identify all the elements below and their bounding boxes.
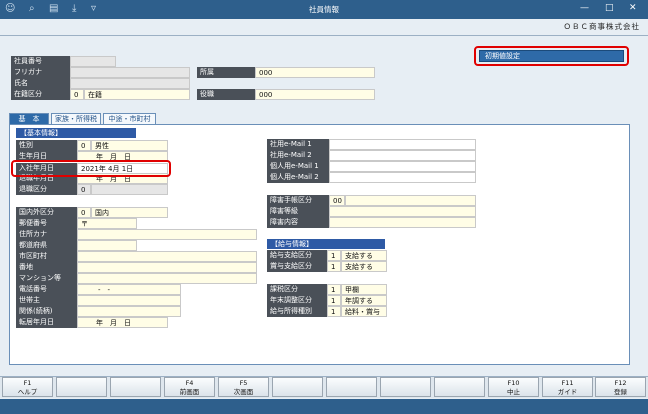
disability-type-code[interactable]: 00 xyxy=(329,195,345,206)
company-name: ＯＢＣ商事株式会社 xyxy=(563,22,640,31)
status-value: 在籍 xyxy=(84,89,190,100)
retire-type-value xyxy=(91,184,168,195)
disability-grade-field[interactable] xyxy=(329,206,476,217)
income-type-label: 給与所得種別 xyxy=(267,306,327,317)
company-mail1-label: 社用e-Mail 1 xyxy=(267,139,329,150)
personal-mail2-label: 個人用e-Mail 2 xyxy=(267,172,329,183)
personal-mail2-field[interactable] xyxy=(329,172,476,183)
moved-date-label: 転居年月日 xyxy=(16,317,77,328)
position-field[interactable]: 000 xyxy=(255,89,375,100)
pay-type-code[interactable]: 1 xyxy=(327,250,341,261)
tax-type-value: 甲欄 xyxy=(341,284,387,295)
status-code[interactable]: 0 xyxy=(70,89,84,100)
householder-label: 世帯主 xyxy=(16,295,77,306)
postal-label: 郵便番号 xyxy=(16,218,77,229)
tax-type-code[interactable]: 1 xyxy=(327,284,341,295)
domestic-code[interactable]: 0 xyxy=(77,207,91,218)
company-mail2-label: 社用e-Mail 2 xyxy=(267,150,329,161)
furigana-label: フリガナ xyxy=(11,67,70,78)
tab-basic[interactable]: 基 本 xyxy=(9,113,49,124)
window-title: 社員情報 xyxy=(309,5,339,14)
status-label: 在籍区分 xyxy=(11,89,70,100)
building-field[interactable] xyxy=(77,273,257,284)
employee-no-field[interactable] xyxy=(70,56,116,67)
addr-kana-label: 住所カナ xyxy=(16,229,77,240)
disability-detail-label: 障害内容 xyxy=(267,217,329,228)
householder-field[interactable] xyxy=(77,295,181,306)
f10-cancel-button[interactable]: F10 中止 xyxy=(488,377,539,397)
fkey-button[interactable] xyxy=(434,377,485,397)
fkey-button[interactable] xyxy=(326,377,377,397)
tab-midyear-city[interactable]: 中途・市町村 xyxy=(103,113,156,124)
addr-kana-field[interactable] xyxy=(77,229,257,240)
personal-mail1-field[interactable] xyxy=(329,161,476,172)
salary-section-title: 【給与情報】 xyxy=(267,239,385,249)
furigana-field[interactable] xyxy=(70,67,190,78)
personal-mail1-label: 個人用e-Mail 1 xyxy=(267,161,329,172)
bonus-type-code[interactable]: 1 xyxy=(327,261,341,272)
income-type-value: 給料・賞与 xyxy=(341,306,387,317)
prefecture-label: 都道府県 xyxy=(16,240,77,251)
fkey-button[interactable] xyxy=(110,377,161,397)
postal-field[interactable]: 〒 xyxy=(77,218,137,229)
year-end-code[interactable]: 1 xyxy=(327,295,341,306)
building-label: マンション等 xyxy=(16,273,77,284)
relation-label: 関係(続柄) xyxy=(16,306,77,317)
city-field[interactable] xyxy=(77,251,257,262)
highlight-hire-date xyxy=(11,160,171,177)
fkey-button[interactable] xyxy=(380,377,431,397)
phone-field[interactable]: - - xyxy=(77,284,181,295)
name-label: 氏名 xyxy=(11,78,70,89)
pay-type-label: 給与支給区分 xyxy=(267,250,327,261)
f11-guide-button[interactable]: F11 ガイド xyxy=(542,377,593,397)
title-bar: ☺ ⌕ ▤ ⤓ ▿ 社員情報 — □ ✕ xyxy=(0,0,648,19)
disability-type-label: 障害手帳区分 xyxy=(267,195,329,206)
retire-type-code[interactable]: 0 xyxy=(77,184,91,195)
tab-family-tax[interactable]: 家族・所得税 xyxy=(51,113,101,124)
minimize-icon[interactable]: — xyxy=(580,3,589,13)
f12-register-button[interactable]: F12 登録 xyxy=(595,377,646,397)
company-mail2-field[interactable] xyxy=(329,150,476,161)
gender-value: 男性 xyxy=(91,140,168,151)
dept-field[interactable]: 000 xyxy=(255,67,375,78)
domestic-label: 国内外区分 xyxy=(16,207,77,218)
year-end-value: 年調する xyxy=(341,295,387,306)
close-icon[interactable]: ✕ xyxy=(629,3,637,13)
position-label: 役職 xyxy=(197,89,255,100)
year-end-label: 年末調整区分 xyxy=(267,295,327,306)
company-mail1-field[interactable] xyxy=(329,139,476,150)
maximize-icon[interactable]: □ xyxy=(605,3,614,13)
fkey-button[interactable] xyxy=(56,377,107,397)
domestic-value: 国内 xyxy=(91,207,168,218)
dept-label: 所属 xyxy=(197,67,255,78)
divider xyxy=(0,35,648,36)
gender-code[interactable]: 0 xyxy=(77,140,91,151)
basic-section-title: 【基本情報】 xyxy=(16,128,136,138)
disability-grade-label: 障害等級 xyxy=(267,206,329,217)
f5-next-button[interactable]: F5 次画面 xyxy=(218,377,269,397)
street-label: 番地 xyxy=(16,262,77,273)
moved-date-field[interactable]: 年 月 日 xyxy=(77,317,168,328)
fkey-button[interactable] xyxy=(272,377,323,397)
city-label: 市区町村 xyxy=(16,251,77,262)
bonus-type-label: 賞与支給区分 xyxy=(267,261,327,272)
disability-type-value xyxy=(345,195,476,206)
highlight-defaults xyxy=(474,46,629,66)
status-bar xyxy=(0,399,648,414)
disability-detail-field[interactable] xyxy=(329,217,476,228)
street-field[interactable] xyxy=(77,262,257,273)
tax-type-label: 課税区分 xyxy=(267,284,327,295)
prefecture-field[interactable] xyxy=(77,240,137,251)
phone-label: 電話番号 xyxy=(16,284,77,295)
name-field[interactable] xyxy=(70,78,190,89)
income-type-code[interactable]: 1 xyxy=(327,306,341,317)
pay-type-value: 支給する xyxy=(341,250,387,261)
f4-prev-button[interactable]: F4 前画面 xyxy=(164,377,215,397)
employee-no-label: 社員番号 xyxy=(11,56,70,67)
retire-type-label: 退職区分 xyxy=(16,184,77,195)
f1-help-button[interactable]: F1 ヘルプ xyxy=(2,377,53,397)
relation-field[interactable] xyxy=(77,306,181,317)
bonus-type-value: 支給する xyxy=(341,261,387,272)
gender-label: 性別 xyxy=(16,140,77,151)
